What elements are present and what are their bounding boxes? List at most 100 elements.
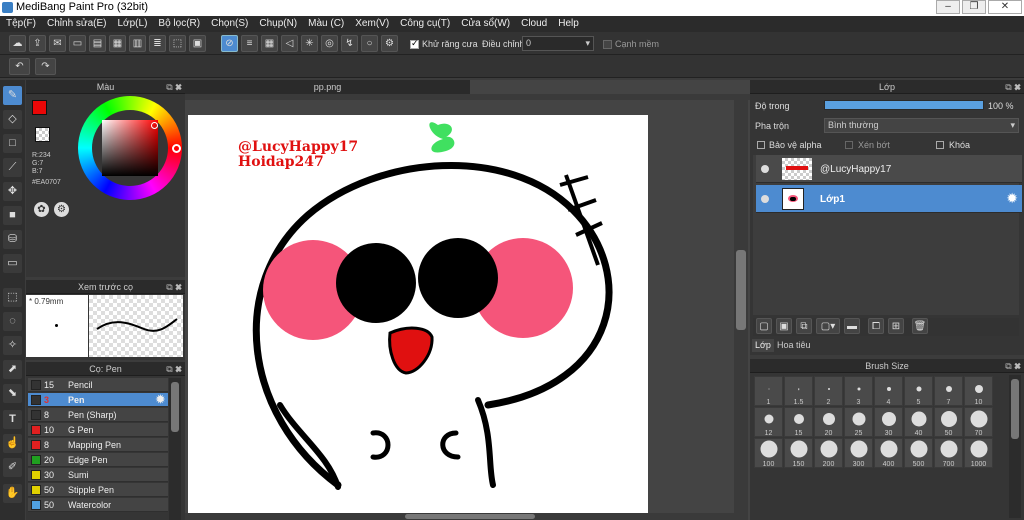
- brush-item[interactable]: 20 Edge Pen: [28, 453, 168, 467]
- brush-size-cell[interactable]: 4: [874, 376, 903, 406]
- comment-icon[interactable]: ✉: [49, 35, 66, 52]
- trash-icon[interactable]: 🗑: [912, 318, 928, 334]
- snap-parallel-icon[interactable]: ≡: [241, 35, 258, 52]
- panel-close-icon[interactable]: ⧉ ✖: [166, 280, 182, 294]
- maximize-button[interactable]: ❐: [962, 0, 986, 14]
- brush-size-cell[interactable]: 1000: [964, 438, 993, 468]
- brush-size-cell[interactable]: 2: [814, 376, 843, 406]
- tab-navigator[interactable]: Hoa tiêu: [774, 339, 814, 352]
- menu-item[interactable]: Xem(V): [355, 16, 389, 32]
- new-halftone-layer-icon[interactable]: ▣: [776, 318, 792, 334]
- palette-icon[interactable]: ✿: [34, 202, 49, 217]
- folder-icon[interactable]: ▬: [844, 318, 860, 334]
- new-layer-icon[interactable]: ▢: [756, 318, 772, 334]
- layer-settings-icon[interactable]: ✹: [1006, 190, 1018, 207]
- panel-close-icon[interactable]: ⧉ ✖: [1005, 359, 1021, 373]
- brush-size-cell[interactable]: 3: [844, 376, 873, 406]
- tab-layer[interactable]: Lớp: [752, 339, 774, 352]
- save-icon[interactable]: ▣: [189, 35, 206, 52]
- panel-close-icon[interactable]: ⧉ ✖: [166, 80, 182, 94]
- select-eraser-icon[interactable]: ⬊: [3, 384, 22, 403]
- add-layer-menu-icon[interactable]: ▢▾: [816, 318, 840, 334]
- brush-size-cell[interactable]: 5: [904, 376, 933, 406]
- menu-item[interactable]: Tệp(F): [6, 16, 36, 32]
- antialias-checkbox[interactable]: ✓: [410, 38, 419, 49]
- duplicate-layer-icon[interactable]: ⧉: [796, 318, 812, 334]
- minimize-button[interactable]: –: [936, 0, 960, 14]
- eye-icon[interactable]: [761, 195, 769, 203]
- adjust-dropdown[interactable]: 0 ▾: [522, 36, 594, 51]
- export-icon[interactable]: ⬚: [169, 35, 186, 52]
- brush-size-cell[interactable]: 70: [964, 407, 993, 437]
- brush-size-cell[interactable]: 40: [904, 407, 933, 437]
- eraser-tool-icon[interactable]: ◇: [3, 110, 22, 129]
- bucket-tool-icon[interactable]: ⛁: [3, 230, 22, 249]
- snap-off-icon[interactable]: ⊘: [221, 35, 238, 52]
- menu-item[interactable]: Màu (C): [308, 16, 344, 32]
- redo-icon[interactable]: ↷: [35, 58, 56, 75]
- close-button[interactable]: ✕: [988, 0, 1022, 14]
- snap-curve-icon[interactable]: ↯: [341, 35, 358, 52]
- panel-close-icon[interactable]: ⧉ ✖: [166, 362, 182, 376]
- dot-tool-icon[interactable]: ⟋: [3, 158, 22, 177]
- brush-size-cell[interactable]: 200: [814, 438, 843, 468]
- brush-item[interactable]: 8 Mapping Pen: [28, 438, 168, 452]
- layer-row-selected[interactable]: Lớp1 ✹: [756, 185, 1022, 213]
- menu-item[interactable]: Help: [558, 16, 579, 32]
- brush-size-cell[interactable]: 15: [784, 407, 813, 437]
- menu-item[interactable]: Lớp(L): [118, 16, 148, 32]
- menu-item[interactable]: Cloud: [521, 16, 547, 32]
- hue-cursor[interactable]: [172, 144, 181, 153]
- brush-size-cell[interactable]: 12: [754, 407, 783, 437]
- snap-circle-icon[interactable]: ◎: [321, 35, 338, 52]
- brush-size-cell[interactable]: 150: [784, 438, 813, 468]
- layer-row[interactable]: @LucyHappy17: [756, 155, 1022, 183]
- fill-rect-tool-icon[interactable]: ■: [3, 206, 22, 225]
- lock-checkbox[interactable]: [936, 141, 944, 149]
- gradient-tool-icon[interactable]: ▭: [3, 254, 22, 273]
- menu-item[interactable]: Bộ lọc(R): [158, 16, 200, 32]
- snap-vanish-icon[interactable]: ◁: [281, 35, 298, 52]
- brush-item[interactable]: 3 Pen ✹: [28, 393, 168, 407]
- magic-wand-icon[interactable]: ✧: [3, 336, 22, 355]
- protect-alpha-checkbox[interactable]: [757, 141, 765, 149]
- brush-tool-icon[interactable]: ✎: [3, 86, 22, 105]
- foreground-swatch[interactable]: [32, 100, 47, 115]
- canvas-scroll-thumb[interactable]: [736, 250, 746, 330]
- brush-size-cell[interactable]: 30: [874, 407, 903, 437]
- blend-dropdown[interactable]: Bình thường ▾: [824, 118, 1019, 133]
- panel-close-icon[interactable]: ⧉ ✖: [1005, 80, 1021, 94]
- select-tool-icon[interactable]: ⬚: [3, 288, 22, 307]
- opacity-slider[interactable]: [824, 100, 984, 110]
- brush-size-cell[interactable]: 50: [934, 407, 963, 437]
- brush-item[interactable]: 10 G Pen: [28, 423, 168, 437]
- share-icon[interactable]: ⇪: [29, 35, 46, 52]
- drawing-canvas[interactable]: @LucyHappy17 Hoidap247: [188, 115, 648, 515]
- menu-item[interactable]: Cửa sổ(W): [461, 16, 510, 32]
- brush-size-cell[interactable]: 25: [844, 407, 873, 437]
- select-pen-icon[interactable]: ⬈: [3, 360, 22, 379]
- brush-size-cell[interactable]: 500: [904, 438, 933, 468]
- eyedropper-tool-icon[interactable]: ✐: [3, 458, 22, 477]
- brush-size-cell[interactable]: 400: [874, 438, 903, 468]
- snap-settings-icon[interactable]: ⚙: [381, 35, 398, 52]
- brush-size-cell[interactable]: 100: [754, 438, 783, 468]
- palette-settings-icon[interactable]: ⚙: [54, 202, 69, 217]
- snap-ellipse-icon[interactable]: ○: [361, 35, 378, 52]
- operation-tool-icon[interactable]: ☝: [3, 434, 22, 453]
- brush-item[interactable]: 50 Watercolor: [28, 498, 168, 512]
- brush-size-cell[interactable]: 300: [844, 438, 873, 468]
- grid-doc-icon[interactable]: ▦: [109, 35, 126, 52]
- sv-cursor[interactable]: [151, 122, 158, 129]
- brush-size-cell[interactable]: 700: [934, 438, 963, 468]
- list-icon[interactable]: ≣: [149, 35, 166, 52]
- text-tool-icon[interactable]: T: [3, 410, 22, 429]
- snap-cross-icon[interactable]: ▦: [261, 35, 278, 52]
- brush-item[interactable]: 8 Pen (Sharp): [28, 408, 168, 422]
- brush-size-cell[interactable]: 1.5: [784, 376, 813, 406]
- brush-list-scrollbar[interactable]: [169, 378, 181, 520]
- saturation-square[interactable]: [102, 120, 158, 176]
- brush-settings-icon[interactable]: ✹: [156, 393, 165, 407]
- copy-layer-icon[interactable]: ⧠: [868, 318, 884, 334]
- menu-item[interactable]: Chụp(N): [259, 16, 297, 32]
